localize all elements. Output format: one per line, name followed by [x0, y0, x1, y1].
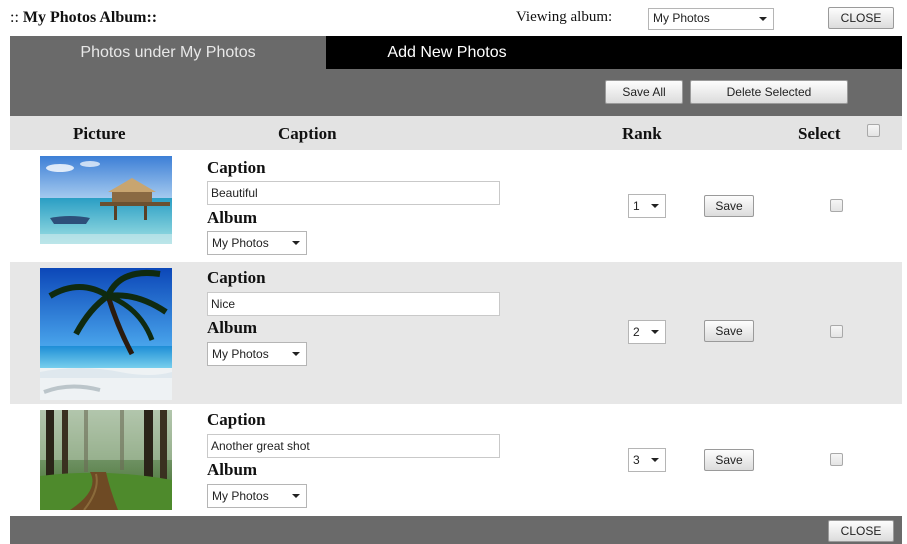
rank-value: 1 — [633, 199, 640, 213]
chevron-down-icon — [651, 458, 659, 462]
select-row-checkbox[interactable] — [830, 325, 843, 338]
album-label: Album — [207, 208, 258, 227]
chevron-down-icon — [759, 17, 767, 21]
album-title-text: My Photos Album:: — [22, 9, 158, 26]
title-colons: :: — [10, 9, 19, 26]
table-row: Caption Beautiful Album My Photos 1 Save — [10, 150, 902, 262]
album-select[interactable]: My Photos — [207, 484, 307, 508]
photo-thumbnail[interactable] — [40, 410, 172, 510]
beach-hut-photo — [40, 156, 172, 244]
rank-select[interactable]: 3 — [628, 448, 666, 472]
caption-label: Caption — [207, 158, 266, 177]
table-header: Picture Caption Rank Select — [10, 116, 902, 150]
rank-value: 3 — [633, 453, 640, 467]
caption-label: Caption — [207, 268, 266, 287]
column-header-caption: Caption — [278, 124, 337, 143]
tab-add-new-photos[interactable]: Add New Photos — [326, 36, 568, 69]
rank-value: 2 — [633, 325, 640, 339]
delete-selected-button[interactable]: Delete Selected — [690, 80, 848, 104]
rank-select[interactable]: 2 — [628, 320, 666, 344]
caption-input[interactable]: Beautiful — [207, 181, 500, 205]
forest-path-photo — [40, 410, 172, 510]
album-select-box[interactable]: My Photos — [207, 342, 307, 366]
album-label: Album — [207, 460, 258, 479]
chevron-down-icon — [292, 352, 300, 356]
select-all-checkbox[interactable] — [867, 124, 880, 137]
table-row: Caption Another great shot Album My Phot… — [10, 404, 902, 516]
tab-bar: Photos under My Photos Add New Photos — [10, 36, 902, 69]
rank-select-box[interactable]: 2 — [628, 320, 666, 344]
photo-thumbnail[interactable] — [40, 268, 172, 400]
viewing-album-value: My Photos — [653, 11, 710, 25]
select-row-checkbox[interactable] — [830, 199, 843, 212]
save-row-button[interactable]: Save — [704, 320, 754, 342]
caption-label: Caption — [207, 410, 266, 429]
viewing-album-select[interactable]: My Photos — [648, 8, 774, 30]
column-header-rank: Rank — [622, 124, 662, 143]
rank-select[interactable]: 1 — [628, 194, 666, 218]
caption-input[interactable]: Another great shot — [207, 434, 500, 458]
tab-photos-under-album[interactable]: Photos under My Photos — [10, 36, 326, 69]
chevron-down-icon — [651, 204, 659, 208]
photo-thumbnail[interactable] — [40, 156, 172, 244]
album-select-value: My Photos — [212, 489, 269, 503]
table-row: Caption Nice Album My Photos 2 Save — [10, 262, 902, 404]
chevron-down-icon — [292, 241, 300, 245]
column-header-picture: Picture — [73, 124, 126, 143]
album-label: Album — [207, 318, 258, 337]
viewing-album-label: Viewing album: — [516, 9, 613, 25]
photo-manager-panel: Photos under My Photos Add New Photos Sa… — [10, 36, 902, 544]
chevron-down-icon — [292, 494, 300, 498]
save-row-button[interactable]: Save — [704, 195, 754, 217]
caption-input[interactable]: Nice — [207, 292, 500, 316]
album-select-box[interactable]: My Photos — [207, 484, 307, 508]
save-all-button[interactable]: Save All — [605, 80, 683, 104]
title-bar: :: My Photos Album:: Viewing album: My Ph… — [0, 0, 907, 36]
palm-tree-photo — [40, 268, 172, 400]
column-header-select: Select — [798, 124, 841, 143]
album-select[interactable]: My Photos — [207, 342, 307, 366]
close-button-bottom[interactable]: CLOSE — [828, 520, 894, 542]
rank-select-box[interactable]: 3 — [628, 448, 666, 472]
album-title: :: My Photos Album:: — [10, 9, 157, 27]
save-row-button[interactable]: Save — [704, 449, 754, 471]
chevron-down-icon — [651, 330, 659, 334]
album-select-value: My Photos — [212, 236, 269, 250]
close-button-top[interactable]: CLOSE — [828, 7, 894, 29]
album-select[interactable]: My Photos — [207, 231, 307, 255]
rank-select-box[interactable]: 1 — [628, 194, 666, 218]
album-select-value: My Photos — [212, 347, 269, 361]
album-select-box[interactable]: My Photos — [207, 231, 307, 255]
select-row-checkbox[interactable] — [830, 453, 843, 466]
